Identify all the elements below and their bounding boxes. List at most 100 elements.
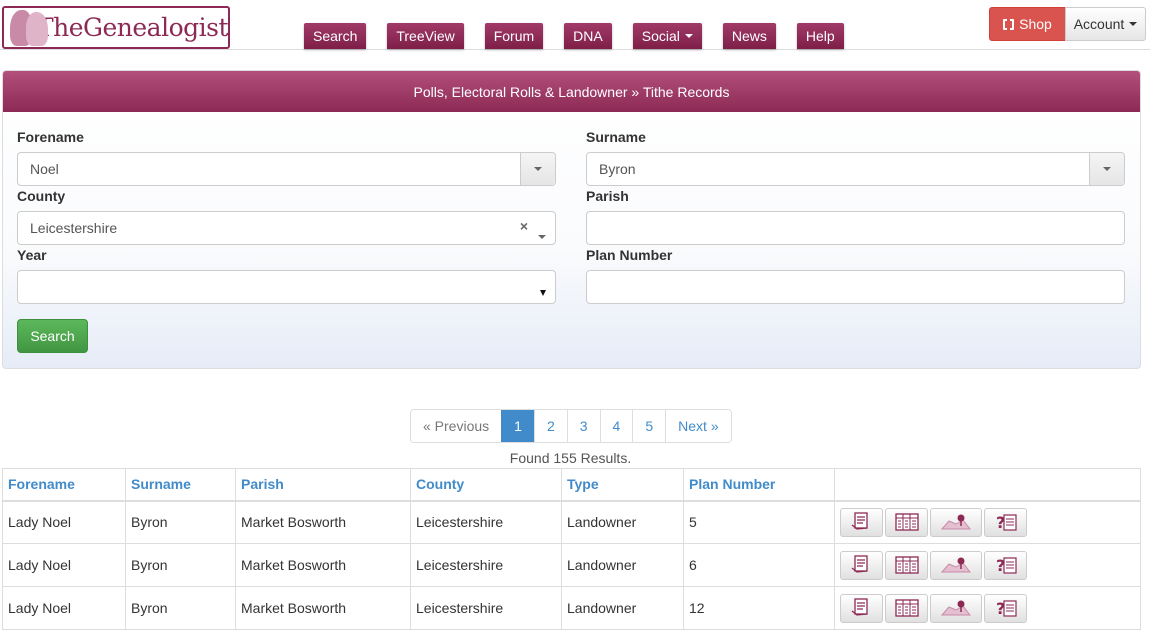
- column-header-surname[interactable]: Surname: [125, 468, 236, 502]
- row-actions: ?: [840, 550, 1135, 580]
- cell-surname: Byron: [125, 543, 236, 587]
- cell-type: Landowner: [561, 586, 684, 630]
- svg-text:?: ?: [996, 556, 1005, 575]
- cell-forename: Lady Noel: [2, 543, 126, 587]
- surname-label: Surname: [586, 129, 646, 145]
- column-header-plan-number[interactable]: Plan Number: [683, 468, 835, 502]
- cell-surname: Byron: [125, 586, 236, 630]
- results-count: Found 155 Results.: [509, 450, 632, 466]
- cell-actions: ?: [834, 586, 1141, 630]
- record-image-icon: [894, 555, 920, 575]
- logo-text: TheGenealogist: [36, 13, 229, 42]
- table-header-row: Forename Surname Parish County Type Plan…: [2, 468, 1141, 502]
- map-button[interactable]: [930, 507, 982, 537]
- help-button[interactable]: ?: [984, 550, 1027, 580]
- column-header-actions: [834, 468, 1141, 502]
- county-select[interactable]: Leicestershire ×: [17, 211, 556, 245]
- county-value: Leicestershire: [30, 220, 118, 236]
- map-button[interactable]: [930, 593, 982, 623]
- nav-news[interactable]: News: [722, 23, 776, 49]
- previous-page-button[interactable]: « Previous: [411, 410, 502, 442]
- map-button[interactable]: [930, 550, 982, 580]
- record-image-button[interactable]: [885, 550, 928, 580]
- transcript-icon: [851, 512, 873, 532]
- nav-search[interactable]: Search: [304, 23, 367, 49]
- page-5-button[interactable]: 5: [632, 410, 666, 442]
- column-header-forename[interactable]: Forename: [2, 468, 126, 502]
- surname-field-group: Surname: [586, 129, 646, 147]
- record-image-icon: [894, 598, 920, 618]
- forename-field-group: Forename: [17, 129, 84, 147]
- county-label: County: [17, 188, 66, 204]
- nav-social[interactable]: Social: [632, 23, 702, 49]
- help-button[interactable]: ?: [984, 507, 1027, 537]
- nav-dna[interactable]: DNA: [564, 23, 612, 49]
- table-row: Lady Noel Byron Market Bosworth Leiceste…: [2, 586, 1141, 630]
- cell-plan-number: 5: [683, 500, 835, 544]
- year-field-group: Year: [17, 247, 47, 265]
- table-row: Lady Noel Byron Market Bosworth Leiceste…: [2, 543, 1141, 587]
- account-button[interactable]: Account: [1065, 7, 1146, 41]
- column-header-county[interactable]: County: [410, 468, 562, 502]
- map-icon: [941, 598, 971, 618]
- search-button[interactable]: Search: [17, 319, 88, 353]
- record-image-button[interactable]: [885, 593, 928, 623]
- panel-title: Polls, Electoral Rolls & Landowner » Tit…: [3, 71, 1140, 112]
- transcript-button[interactable]: [840, 507, 883, 537]
- gift-icon: [1003, 18, 1015, 30]
- chevron-down-icon: [540, 283, 546, 299]
- cell-parish: Market Bosworth: [235, 586, 411, 630]
- next-page-button[interactable]: Next »: [665, 410, 731, 442]
- chevron-down-icon: [538, 226, 546, 242]
- nav-label: TreeView: [396, 28, 455, 44]
- cell-type: Landowner: [561, 500, 684, 544]
- table-row: Lady Noel Byron Market Bosworth Leiceste…: [2, 500, 1141, 544]
- nav-help[interactable]: Help: [796, 23, 844, 49]
- nav-label: DNA: [573, 28, 603, 44]
- column-header-parish[interactable]: Parish: [235, 468, 411, 502]
- svg-text:?: ?: [996, 599, 1005, 618]
- page-4-button[interactable]: 4: [599, 410, 633, 442]
- surname-dropdown-button[interactable]: [1089, 153, 1124, 185]
- nav-label: Help: [805, 28, 835, 44]
- surname-combobox[interactable]: Byron: [586, 152, 1125, 186]
- help-button[interactable]: ?: [984, 593, 1027, 623]
- search-panel: Polls, Electoral Rolls & Landowner » Tit…: [2, 70, 1141, 369]
- cell-county: Leicestershire: [410, 586, 562, 630]
- shop-button[interactable]: Shop: [989, 7, 1066, 41]
- page-3-button[interactable]: 3: [566, 410, 600, 442]
- parish-field-group: Parish: [586, 188, 629, 206]
- results-table: Forename Surname Parish County Type Plan…: [2, 468, 1141, 630]
- nav-forum[interactable]: Forum: [484, 23, 544, 49]
- column-header-type[interactable]: Type: [561, 468, 684, 502]
- county-field-group: County: [17, 188, 65, 206]
- plan-number-label: Plan Number: [586, 247, 673, 263]
- map-icon: [941, 512, 971, 532]
- transcript-button[interactable]: [840, 550, 883, 580]
- cell-forename: Lady Noel: [2, 586, 126, 630]
- nav-treeview[interactable]: TreeView: [387, 23, 464, 49]
- plan-number-input[interactable]: [586, 270, 1125, 304]
- cell-plan-number: 12: [683, 586, 835, 630]
- record-image-icon: [894, 512, 920, 532]
- page-1-button[interactable]: 1: [501, 410, 534, 442]
- site-logo[interactable]: TheGenealogist: [2, 6, 230, 49]
- page-2-button[interactable]: 2: [533, 410, 567, 442]
- forename-dropdown-button[interactable]: [520, 153, 555, 185]
- caret-down-icon: [1129, 22, 1138, 26]
- plan-number-field-group: Plan Number: [586, 247, 672, 265]
- cell-actions: ?: [834, 543, 1141, 587]
- transcript-button[interactable]: [840, 593, 883, 623]
- year-select[interactable]: [17, 270, 556, 304]
- forename-value: Noel: [30, 161, 59, 177]
- logo-silhouette-icon: [6, 8, 48, 48]
- parish-input[interactable]: [586, 211, 1125, 245]
- map-icon: [941, 555, 971, 575]
- clear-icon[interactable]: ×: [520, 218, 528, 234]
- nav-label: Forum: [493, 28, 535, 44]
- cell-plan-number: 6: [683, 543, 835, 587]
- forename-combobox[interactable]: Noel: [17, 152, 556, 186]
- record-image-button[interactable]: [885, 507, 928, 537]
- main-nav: Search TreeView Forum DNA Social News He…: [304, 23, 865, 49]
- nav-label: News: [731, 28, 767, 44]
